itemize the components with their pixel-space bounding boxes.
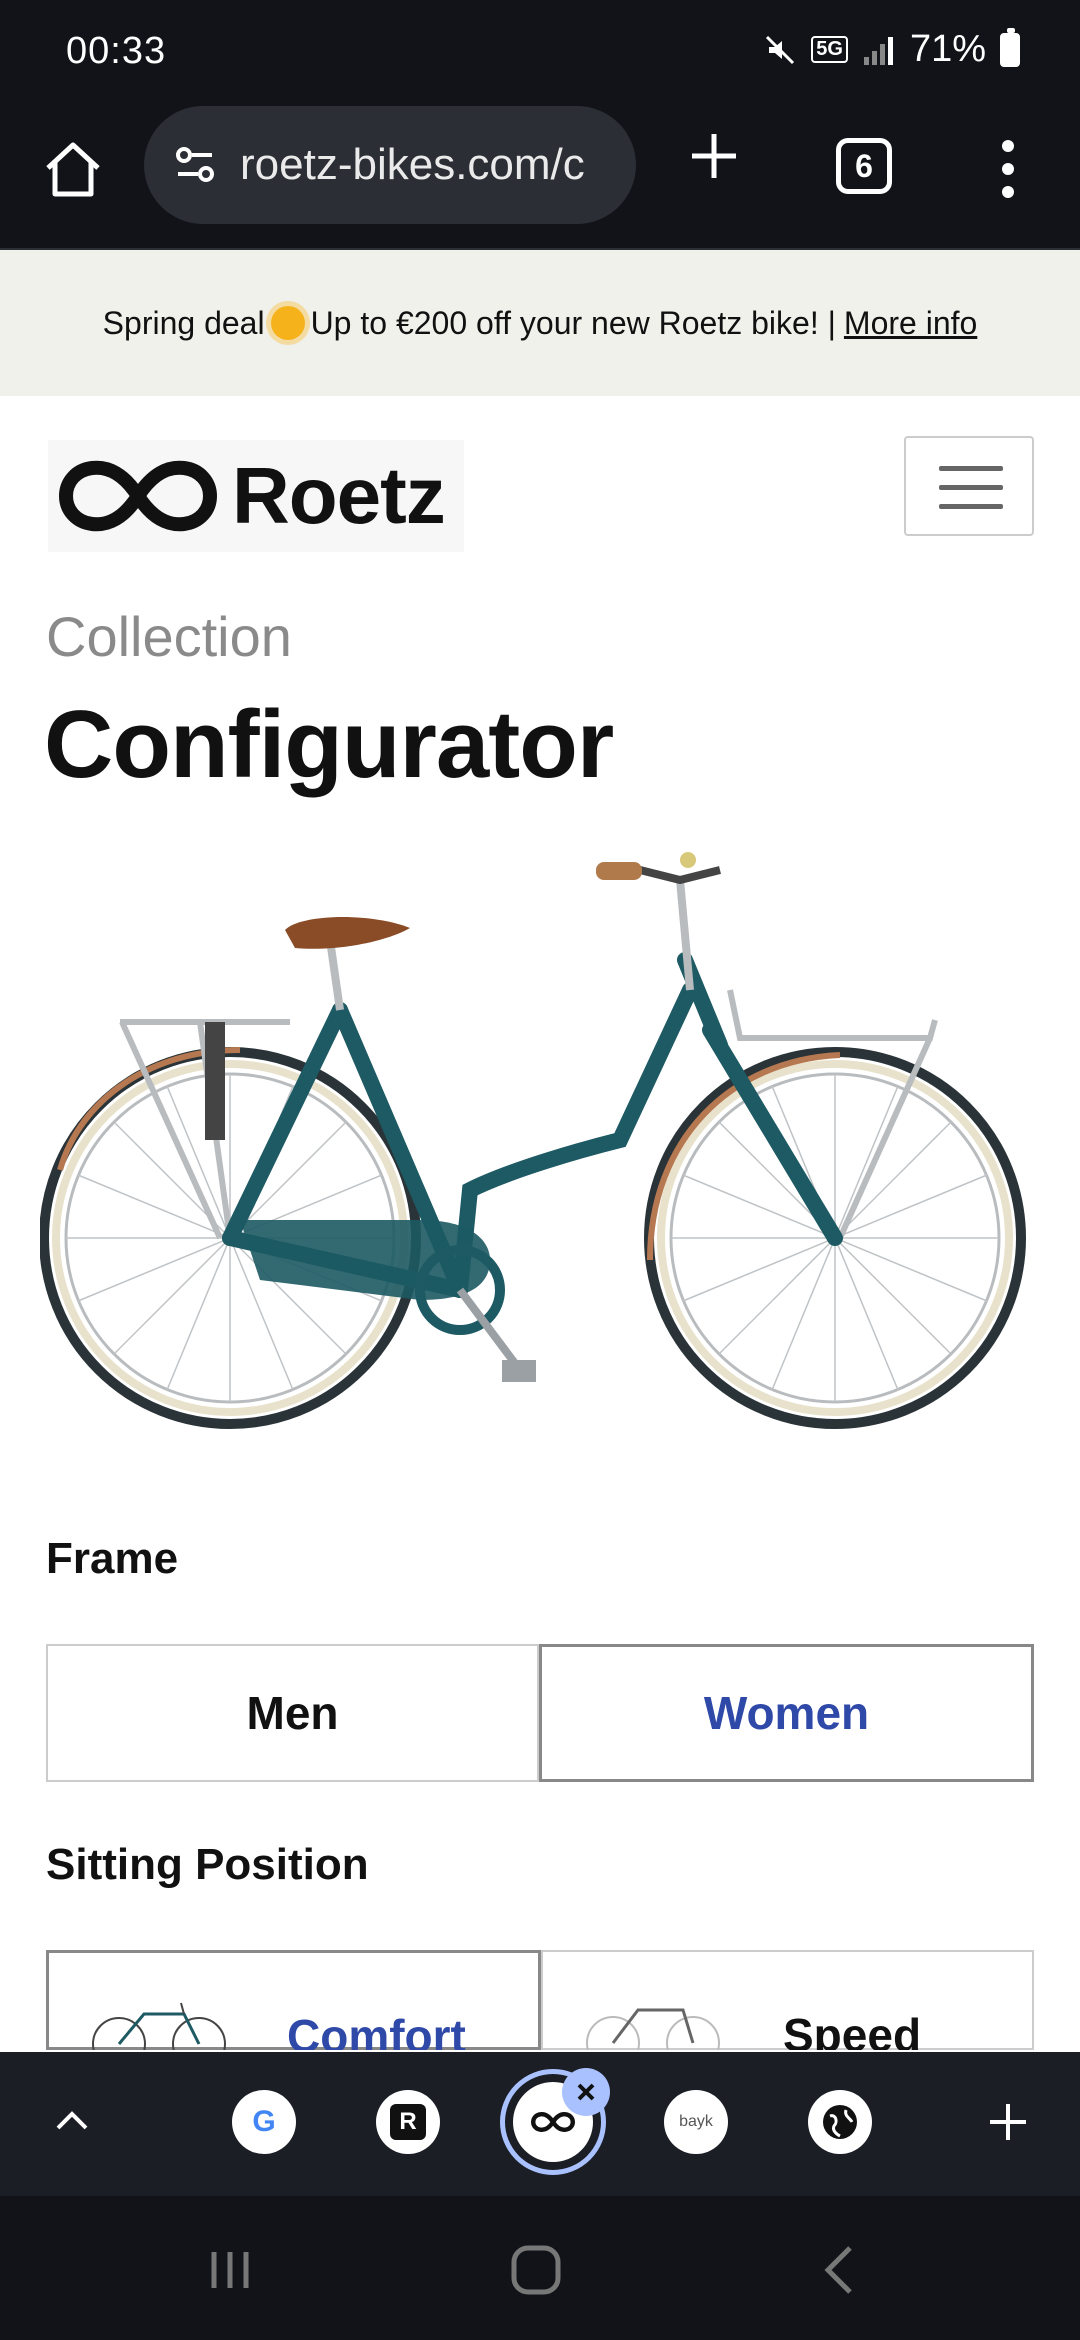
- add-tab-icon[interactable]: [986, 2100, 1030, 2144]
- saddle: [285, 916, 410, 949]
- browser-toolbar: roetz-bikes.com/c 6: [0, 100, 1080, 250]
- pedal: [502, 1360, 536, 1382]
- brand-name: Roetz: [232, 451, 446, 540]
- status-bar: 00:33 5G 71%: [0, 0, 1080, 100]
- comfort-bike-thumbnail: [92, 2002, 226, 2050]
- more-info-link[interactable]: More info: [844, 305, 977, 342]
- grip: [596, 862, 642, 880]
- system-nav-bar: [0, 2196, 1080, 2340]
- tab-dock: G R bayk: [0, 2052, 1080, 2196]
- rear-reflector-flap: [205, 1022, 225, 1140]
- menu-line: [939, 504, 1003, 509]
- promo-text: Spring deal: [102, 304, 265, 341]
- battery-percent: 71%: [909, 28, 986, 70]
- site-settings-icon[interactable]: [170, 140, 220, 190]
- comfort-label: Comfort: [287, 2010, 466, 2050]
- speed-bike-thumbnail: [586, 2008, 720, 2050]
- status-icons: 5G 71%: [763, 27, 1020, 71]
- mute-icon: [766, 35, 795, 64]
- new-tab-icon[interactable]: [686, 128, 742, 184]
- recent-apps-icon[interactable]: [200, 2240, 260, 2300]
- tab-google[interactable]: G: [232, 2090, 296, 2154]
- page-title: Configurator: [44, 691, 614, 798]
- r-logo-icon: R: [390, 2104, 426, 2140]
- frame-option-men[interactable]: Men: [46, 1644, 539, 1782]
- more-options-icon[interactable]: [996, 138, 1020, 200]
- network-icon: 5G: [811, 36, 848, 63]
- status-time: 00:33: [66, 30, 167, 72]
- menu-line: [939, 466, 1003, 471]
- page-kicker: Collection: [46, 605, 292, 668]
- back-icon[interactable]: [810, 2240, 870, 2300]
- globe-icon: [823, 2105, 857, 2139]
- seat-post: [326, 939, 344, 1011]
- tab-switcher-button[interactable]: 6: [836, 138, 892, 194]
- tab-r-site[interactable]: R: [376, 2090, 440, 2154]
- bike-preview-image: [40, 852, 1026, 1429]
- close-tab-icon[interactable]: [562, 2068, 610, 2116]
- close-icon: [577, 2083, 595, 2101]
- tab-bayk[interactable]: bayk: [664, 2090, 728, 2154]
- speed-label: Speed: [783, 2009, 922, 2050]
- url-text[interactable]: roetz-bikes.com/c: [240, 140, 585, 190]
- promo-banner: Spring deal Up to €200 off your new Roet…: [0, 250, 1080, 396]
- sitting-option-speed[interactable]: Speed: [541, 1950, 1034, 2050]
- menu-line: [939, 485, 1003, 490]
- sitting-position-selector: Comfort Speed: [46, 1950, 1034, 2050]
- battery-icon: [1000, 27, 1020, 67]
- bell: [680, 852, 696, 868]
- sitting-position-label: Sitting Position: [46, 1840, 369, 1889]
- stem: [676, 879, 694, 991]
- infinity-logo-icon: [58, 460, 218, 532]
- frame-option-women[interactable]: Women: [539, 1644, 1034, 1782]
- sitting-option-comfort[interactable]: Comfort: [46, 1950, 541, 2050]
- frame-label: Frame: [46, 1534, 179, 1583]
- google-icon: G: [252, 2105, 276, 2138]
- address-bar[interactable]: roetz-bikes.com/c: [144, 106, 636, 224]
- promo-text-rest: Up to €200 off your new Roetz bike! |: [310, 304, 836, 341]
- frame-selector: Men Women: [46, 1644, 1034, 1782]
- bayk-icon: bayk: [679, 2113, 713, 2130]
- tab-globe[interactable]: [808, 2090, 872, 2154]
- hamburger-menu-button[interactable]: [904, 436, 1034, 536]
- sun-icon: [270, 306, 305, 340]
- home-icon[interactable]: [42, 138, 104, 200]
- signal-icon: [863, 36, 893, 65]
- home-nav-icon[interactable]: [506, 2240, 566, 2300]
- chevron-up-icon[interactable]: [52, 2100, 92, 2140]
- chain-guard: [240, 1220, 490, 1300]
- roetz-logo[interactable]: Roetz: [48, 440, 464, 552]
- infinity-icon: [531, 2112, 575, 2132]
